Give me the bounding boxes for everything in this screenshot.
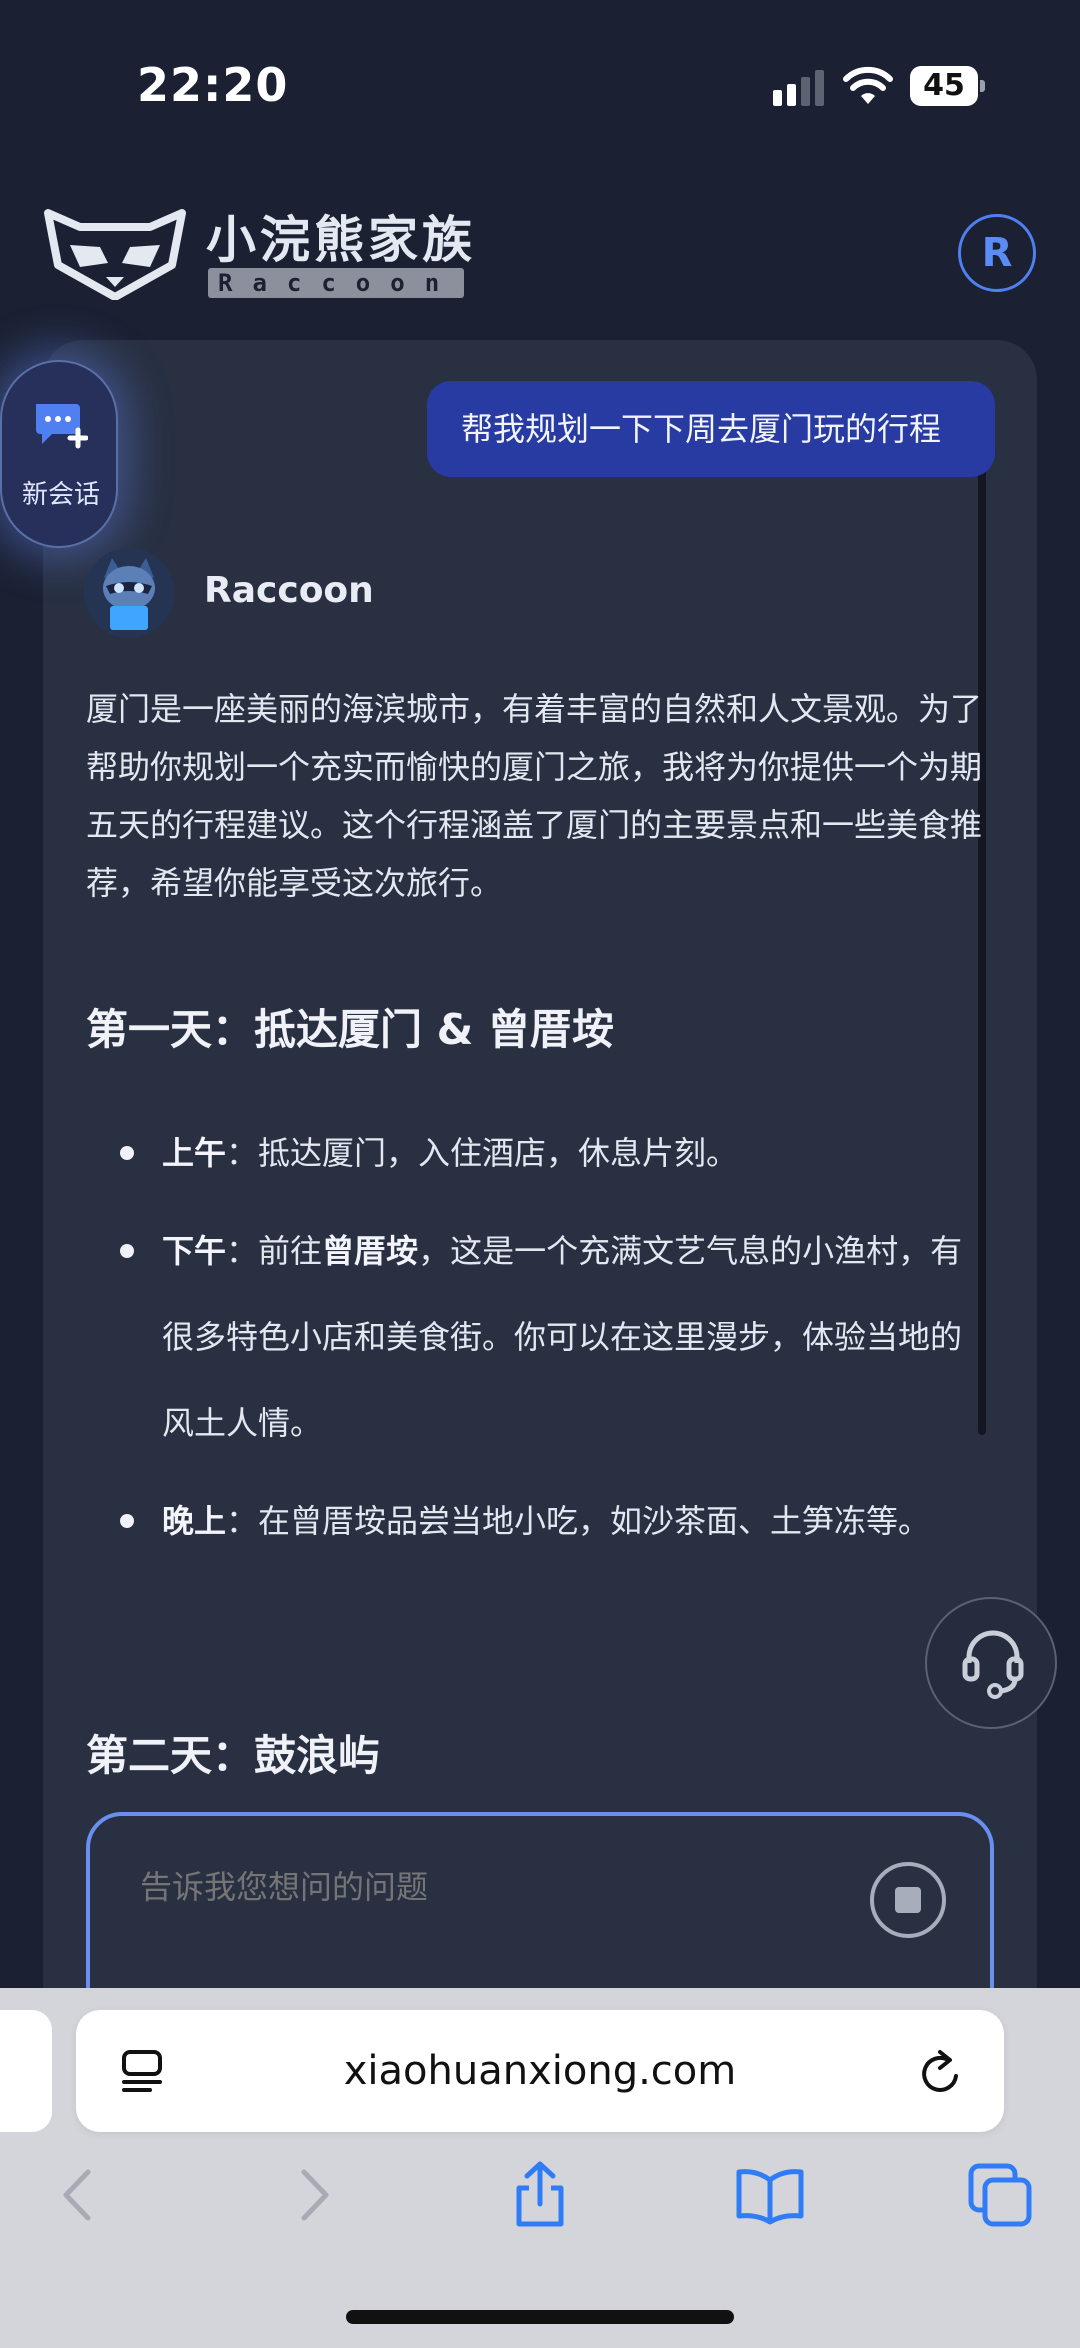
- item-text: 在曾厝垵品尝当地小吃，如沙茶面、土笋冻等。: [258, 1502, 931, 1540]
- stop-icon: [895, 1887, 921, 1913]
- home-indicator[interactable]: [346, 2310, 734, 2324]
- question-input[interactable]: [140, 1868, 840, 1906]
- forward-icon[interactable]: [278, 2160, 348, 2230]
- item-separator: ：: [226, 1502, 259, 1540]
- bot-avatar: [84, 548, 174, 638]
- new-chat-label: 新会话: [21, 480, 100, 510]
- day1-itinerary-list: 上午：抵达厦门，入住酒店，休息片刻。 下午：前往曾厝垵，这是一个充满文艺气息的小…: [86, 1110, 986, 1564]
- item-label: 晚上: [162, 1502, 227, 1540]
- user-avatar[interactable]: R: [958, 214, 1036, 292]
- bullet-dot: [120, 1146, 134, 1160]
- previous-tab-peek[interactable]: [0, 2010, 52, 2132]
- status-time: 22:20: [137, 58, 289, 112]
- browser-nav-row: [0, 2160, 1080, 2240]
- battery-icon: 45: [910, 66, 986, 106]
- share-icon[interactable]: [505, 2160, 575, 2230]
- item-label: 下午: [162, 1232, 227, 1270]
- list-item: 晚上：在曾厝垵品尝当地小吃，如沙茶面、土笋冻等。: [86, 1478, 986, 1564]
- tabs-icon[interactable]: [965, 2160, 1035, 2230]
- raccoon-logo-icon: [44, 209, 186, 300]
- battery-level: 45: [923, 68, 965, 103]
- day2-heading: 第二天：鼓浪屿: [86, 1731, 381, 1780]
- brand-subtitle: Raccoon: [208, 268, 464, 298]
- url-text[interactable]: xiaohuanxiong.com: [76, 2010, 1004, 2132]
- reload-icon[interactable]: [918, 2048, 964, 2096]
- list-item: 下午：前往曾厝垵，这是一个充满文艺气息的小渔村，有很多特色小店和美食街。你可以在…: [86, 1208, 986, 1466]
- new-chat-icon: [36, 404, 88, 449]
- headset-icon: [962, 1630, 1024, 1699]
- item-label: 上午: [162, 1134, 227, 1172]
- bullet-dot: [120, 1244, 134, 1258]
- item-separator: ：: [226, 1232, 259, 1270]
- wifi-icon: [843, 66, 893, 104]
- customer-support-button[interactable]: [925, 1597, 1057, 1729]
- address-bar[interactable]: xiaohuanxiong.com: [76, 2010, 1004, 2132]
- bullet-dot: [120, 1514, 134, 1528]
- bot-name: Raccoon: [204, 570, 374, 611]
- day1-heading: 第一天：抵达厦门 & 曾厝垵: [86, 1005, 614, 1054]
- battery-tip: [980, 80, 985, 92]
- item-text: 抵达厦门，入住酒店，休息片刻。: [258, 1134, 739, 1172]
- signal-icon: [773, 70, 824, 106]
- stop-button[interactable]: [870, 1862, 946, 1938]
- bot-intro-text: 厦门是一座美丽的海滨城市，有着丰富的自然和人文景观。为了帮助你规划一个充实而愉快…: [86, 690, 983, 902]
- bookmarks-icon[interactable]: [735, 2160, 805, 2230]
- new-chat-button[interactable]: 新会话: [0, 360, 118, 548]
- page-menu-icon[interactable]: [120, 2048, 164, 2096]
- status-bar: 22:20 45: [0, 0, 1080, 170]
- item-text: 前往: [258, 1232, 323, 1270]
- raccoon-avatar-icon: [84, 548, 174, 638]
- item-separator: ：: [226, 1134, 259, 1172]
- list-item: 上午：抵达厦门，入住酒店，休息片刻。: [86, 1110, 986, 1196]
- user-message-bubble: 帮我规划一下下周去厦门玩的行程: [427, 381, 995, 477]
- brand-name: 小浣熊家族: [206, 211, 476, 269]
- item-place: 曾厝垵: [322, 1232, 419, 1270]
- back-icon[interactable]: [44, 2160, 114, 2230]
